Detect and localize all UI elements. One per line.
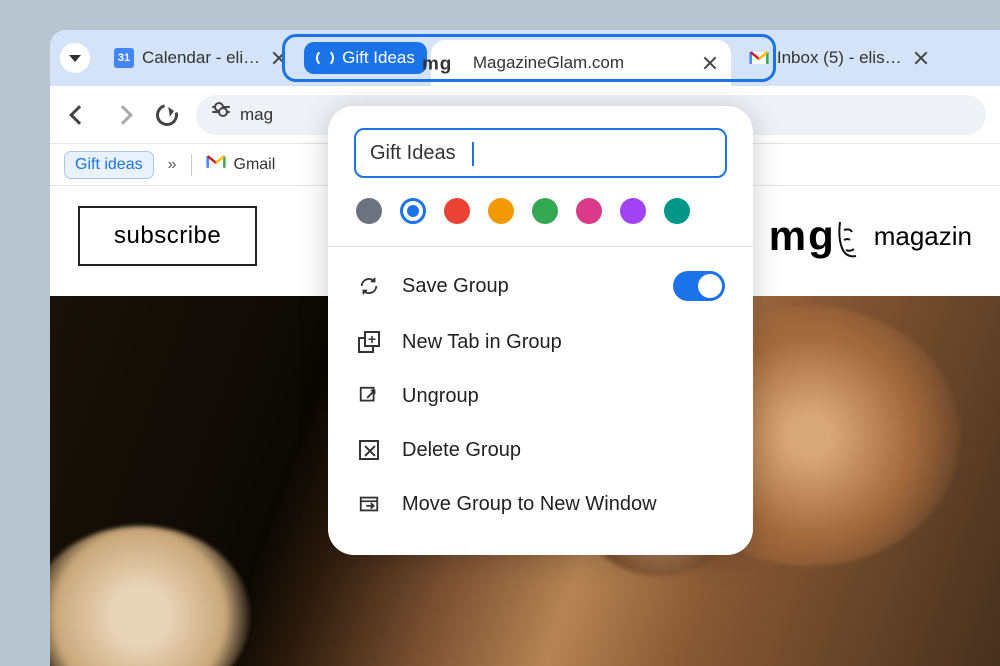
reload-icon	[152, 99, 182, 129]
site-favicon: mg	[445, 53, 465, 73]
close-tab-icon[interactable]	[272, 51, 286, 65]
reload-button[interactable]	[152, 100, 182, 130]
new-tab-icon: +	[356, 329, 382, 355]
divider	[191, 154, 192, 176]
tab-group-name: Gift Ideas	[342, 48, 415, 68]
brand-logo: mg	[769, 212, 860, 260]
color-orange[interactable]	[488, 198, 514, 224]
color-blue-selected[interactable]	[400, 198, 426, 224]
delete-icon	[356, 437, 382, 463]
browser-window: 31 Calendar - eli… Gift Ideas mg Magazin…	[50, 30, 1000, 666]
save-group-toggle[interactable]	[673, 271, 725, 301]
close-tab-icon[interactable]	[914, 51, 928, 65]
text-caret	[472, 142, 474, 166]
menu-label: Move Group to New Window	[402, 493, 657, 516]
menu-label: Save Group	[402, 275, 509, 298]
decorative-blob	[50, 526, 250, 666]
arrow-left-icon	[69, 105, 89, 125]
color-grey[interactable]	[356, 198, 382, 224]
tab-label: Calendar - eli…	[142, 48, 260, 68]
menu-save-group[interactable]: Save Group	[328, 257, 753, 315]
menu-label: Delete Group	[402, 439, 521, 462]
menu-move-group-new-window[interactable]: Move Group to New Window	[328, 477, 753, 531]
menu-list: Save Group + New Tab in Group Ungroup D	[328, 247, 753, 541]
tab-search-button[interactable]	[60, 43, 90, 73]
color-purple[interactable]	[620, 198, 646, 224]
color-pink[interactable]	[576, 198, 602, 224]
color-green[interactable]	[532, 198, 558, 224]
subscribe-button[interactable]: subscribe	[78, 206, 257, 266]
group-name-input[interactable]	[354, 128, 727, 178]
sync-icon	[356, 273, 382, 299]
site-brand: mg magazin	[769, 212, 972, 260]
tab-strip: 31 Calendar - eli… Gift Ideas mg Magazin…	[50, 30, 1000, 86]
address-text: mag	[240, 105, 273, 125]
color-swatches	[354, 178, 727, 246]
menu-ungroup[interactable]: Ungroup	[328, 369, 753, 423]
tab-group-bookmark[interactable]: Gift ideas	[64, 151, 154, 179]
menu-label: Ungroup	[402, 385, 479, 408]
brand-face-icon	[836, 218, 860, 260]
tab-group-menu: Save Group + New Tab in Group Ungroup D	[328, 106, 753, 555]
tab-inbox[interactable]: Inbox (5) - elis…	[735, 38, 942, 78]
forward-button[interactable]	[108, 100, 138, 130]
menu-new-tab-in-group[interactable]: + New Tab in Group	[328, 315, 753, 369]
menu-label: New Tab in Group	[402, 331, 562, 354]
move-window-icon	[356, 491, 382, 517]
gmail-icon	[749, 48, 769, 68]
site-settings-icon[interactable]	[212, 106, 230, 124]
calendar-icon: 31	[114, 48, 134, 68]
sync-icon	[316, 49, 334, 67]
tab-group-pill[interactable]: Gift Ideas	[304, 42, 427, 74]
close-tab-icon[interactable]	[703, 56, 717, 70]
tab-magazineglam[interactable]: mg MagazineGlam.com	[431, 40, 731, 86]
menu-delete-group[interactable]: Delete Group	[328, 423, 753, 477]
bookmark-label: Gmail	[234, 156, 276, 174]
tab-calendar[interactable]: 31 Calendar - eli…	[100, 38, 300, 78]
back-button[interactable]	[64, 100, 94, 130]
group-name-field-wrap	[354, 128, 727, 178]
tab-label: Inbox (5) - elis…	[777, 48, 902, 68]
ungroup-icon	[356, 383, 382, 409]
arrow-right-icon	[113, 105, 133, 125]
gmail-icon	[206, 154, 226, 175]
bookmark-gmail[interactable]: Gmail	[206, 154, 276, 175]
chevron-down-icon	[69, 55, 81, 62]
brand-text: magazin	[874, 221, 972, 252]
bookmarks-overflow[interactable]: »	[168, 156, 177, 174]
color-red[interactable]	[444, 198, 470, 224]
color-teal[interactable]	[664, 198, 690, 224]
tab-label: MagazineGlam.com	[473, 53, 624, 73]
